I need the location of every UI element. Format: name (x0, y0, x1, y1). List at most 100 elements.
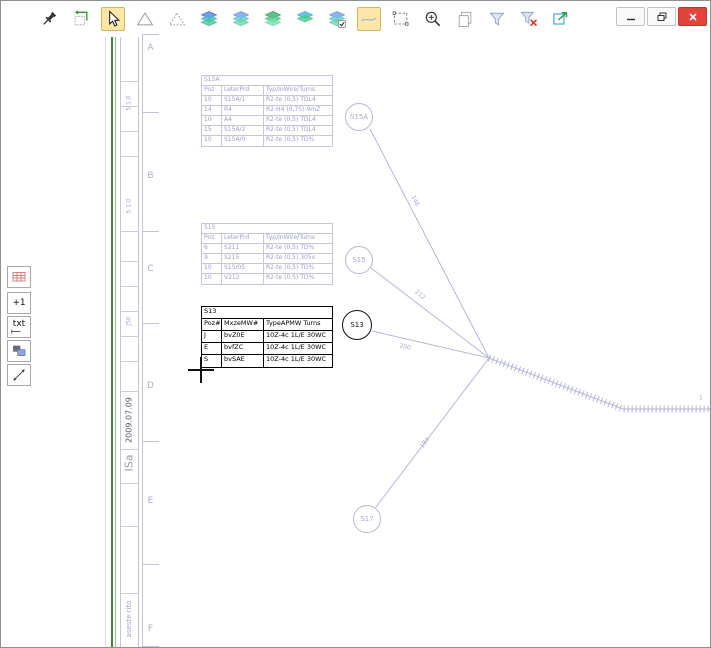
cursor-icon (103, 9, 123, 29)
copy-tool-button[interactable] (453, 7, 477, 31)
filterx-icon (519, 9, 539, 29)
export-tool-button[interactable] (549, 7, 573, 31)
table-cell: S (202, 355, 222, 367)
zone-letter: F (142, 624, 159, 634)
table-cell: S211 (222, 244, 264, 253)
wire-length-label: 184 (419, 436, 431, 449)
table-cell: R2-te (0,5) TD% (264, 274, 332, 284)
table-tool-button[interactable] (7, 266, 31, 288)
ruler-line (142, 34, 143, 648)
measure-tool-button[interactable] (7, 364, 31, 386)
table-row: 10S15A/1R2-te (0,5) TDL4 (202, 96, 332, 106)
titleblock-divider (120, 526, 139, 527)
table-cell: J (202, 331, 222, 342)
ruler-tick (142, 646, 159, 647)
table-title: S13 (202, 307, 332, 319)
pin-tool-button[interactable] (37, 7, 61, 31)
select-tool-button[interactable] (101, 7, 125, 31)
close-button[interactable] (678, 7, 707, 26)
table-cell: R2-te (0,5) 305x (264, 254, 332, 263)
increment-label-tool-label: +1 (12, 299, 25, 308)
selection-frame-tool-button[interactable] (389, 7, 413, 31)
frame-side-text: 5 1.0 (126, 95, 133, 110)
ruler-tick (142, 34, 159, 35)
titleblock-divider (120, 593, 139, 594)
table-cell: 10Z-4c 1L/E 30WC (264, 331, 332, 342)
table-row: 9S215R2-te (0,5) 305x (202, 254, 332, 264)
table-cell: E (202, 343, 222, 354)
titleblock-divider (120, 81, 139, 82)
table-header-cell: Typ/InWire/Turns (264, 234, 332, 243)
layers-select-tool-button[interactable] (325, 7, 349, 31)
frame-green-line-inner (115, 37, 116, 648)
table-cell: bvZ0E (222, 331, 264, 342)
layers-c-tool-button[interactable] (261, 7, 285, 31)
table-header-row: Poz#MxzeMW#TypeAPMW Turns (202, 319, 332, 331)
filter-icon (487, 9, 507, 29)
splice-node[interactable]: S13 (342, 310, 372, 340)
table-cell: 6 (202, 244, 222, 253)
text-tool-label: txt (13, 320, 25, 329)
table-cell: S215 (222, 254, 264, 263)
layers-d-tool-button[interactable] (293, 7, 317, 31)
copy-icon (455, 9, 475, 29)
table-cell: bvfZC (222, 343, 264, 354)
text-tool-button[interactable]: txt (7, 316, 31, 338)
layers1-icon (199, 9, 219, 29)
titleblock-divider (120, 361, 139, 362)
pin-icon (39, 9, 59, 29)
table-cell: 10 (202, 116, 222, 125)
titleblock-divider (120, 286, 139, 287)
splice-node[interactable]: S17 (353, 505, 381, 533)
table-row: SbvSAE10Z-4c 1L/E 30WC (202, 355, 332, 367)
node-label: S13 (350, 321, 363, 329)
restore-icon (656, 11, 668, 23)
filter-tool-button[interactable] (485, 7, 509, 31)
table-header-cell: LeterPrd (222, 86, 264, 95)
minimize-icon (625, 11, 637, 23)
maximize-button[interactable] (647, 7, 676, 26)
sidetable-icon (10, 269, 28, 285)
component-table[interactable]: S15APozLeterPrdTyp/InWire/Turns10S15A/1R… (201, 75, 333, 147)
selrect-icon (391, 9, 411, 29)
area-dashed-tool-button[interactable] (165, 7, 189, 31)
table-header-cell: Typ/InWire/Turns (264, 86, 332, 95)
increment-label-tool-button[interactable]: +1 (7, 292, 31, 314)
layers-b-tool-button[interactable] (229, 7, 253, 31)
ruler-tick (142, 231, 159, 232)
table-cell: S15/05 (222, 264, 264, 273)
table-row: 14R4R2-H4 (0,75)-9mZ (202, 106, 332, 116)
titleblock-divider (120, 449, 139, 450)
table-cell: 10 (202, 136, 222, 146)
ruler-tick (142, 323, 159, 324)
zone-letter: D (142, 381, 159, 391)
image-tool-button[interactable] (7, 340, 31, 362)
node-label: S15A (350, 113, 368, 121)
layers3-icon (263, 9, 283, 29)
table-cell: 10Z-4c 1L/E 30WC (264, 355, 332, 367)
rotate-icon (71, 9, 91, 29)
frame-green-line (111, 37, 113, 648)
layers2-icon (231, 9, 251, 29)
titleblock-divider (120, 311, 139, 312)
export-icon (551, 9, 571, 29)
wire-length-label: 146 (409, 194, 420, 207)
area-tool-button[interactable] (133, 7, 157, 31)
table-title: S15A (202, 76, 332, 86)
titleblock-divider (120, 336, 139, 337)
table-cell: 9 (202, 254, 222, 263)
zoom-icon (423, 9, 443, 29)
minimize-button[interactable] (616, 7, 645, 26)
table-cell: 10 (202, 264, 222, 273)
splice-node[interactable]: S15A (345, 103, 373, 131)
filter-remove-tool-button[interactable] (517, 7, 541, 31)
layers-a-tool-button[interactable] (197, 7, 221, 31)
splice-node[interactable]: S15 (345, 246, 373, 274)
component-table[interactable]: S15PozLeterPrdTyp/InWire/Turns6S211R2-te… (201, 223, 333, 285)
component-table[interactable]: S13Poz#MxzeMW#TypeAPMW TurnsJbvZ0E10Z-4c… (201, 306, 333, 368)
zoom-tool-button[interactable] (421, 7, 445, 31)
paste-transform-tool-button[interactable] (69, 7, 93, 31)
wire-tool-button[interactable] (357, 7, 381, 31)
node-label: S17 (360, 515, 373, 523)
titleblock-divider (120, 391, 139, 392)
